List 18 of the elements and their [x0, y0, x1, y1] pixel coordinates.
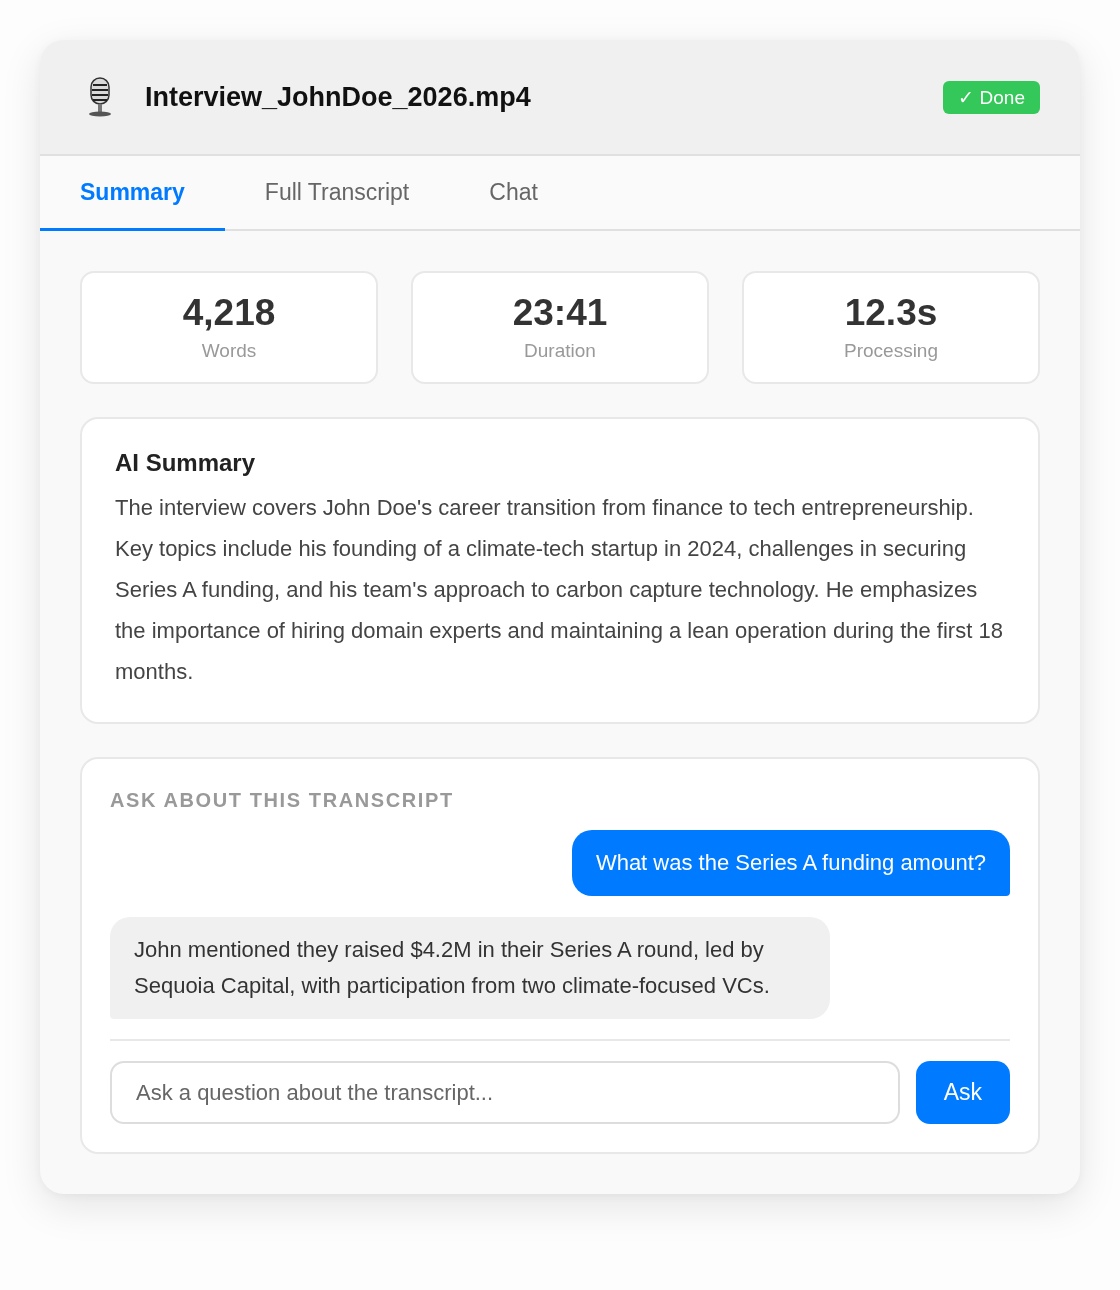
tab[interactable]: Full Transcript	[224, 156, 450, 231]
file-title: Interview_JohnDoe_2026.mp4	[145, 81, 532, 113]
question-input[interactable]: Ask a question about the transcript...	[110, 1061, 900, 1124]
stat-value: 12.3s	[844, 293, 938, 334]
assistant-message: John mentioned they raised $4.2M in their Series A round, led by Sequoia Capital, with participation from two climate-focused VCs.	[110, 917, 830, 1019]
summary-text: The interview covers John Doe's career transition from finance to tech entrepreneurship. Key topics include his founding of a climate-tech startup in 2024, challenges in securing Series A funding, and his team's approach to carbon capture technology. He emphasizes the importance of hiring domain experts and maintaining a lean operation during the first 18 months.	[115, 494, 1004, 686]
tab[interactable]: Summary	[40, 156, 225, 231]
stat-label: Processing	[844, 339, 938, 362]
stat-value: 23:41	[512, 293, 608, 334]
stat-value: 4,218	[182, 293, 276, 334]
stat-label: Duration	[524, 339, 596, 362]
status-badge: ✓ Done	[943, 80, 1040, 114]
chat-heading: ASK ABOUT THIS TRANSCRIPT	[110, 789, 455, 812]
user-message: What was the Series A funding amount?	[571, 830, 1010, 896]
stat-label: Words	[201, 339, 257, 362]
summary-title: AI Summary	[115, 449, 257, 477]
tab[interactable]: Chat	[449, 156, 578, 231]
ask-button[interactable]: Ask	[915, 1061, 1010, 1124]
